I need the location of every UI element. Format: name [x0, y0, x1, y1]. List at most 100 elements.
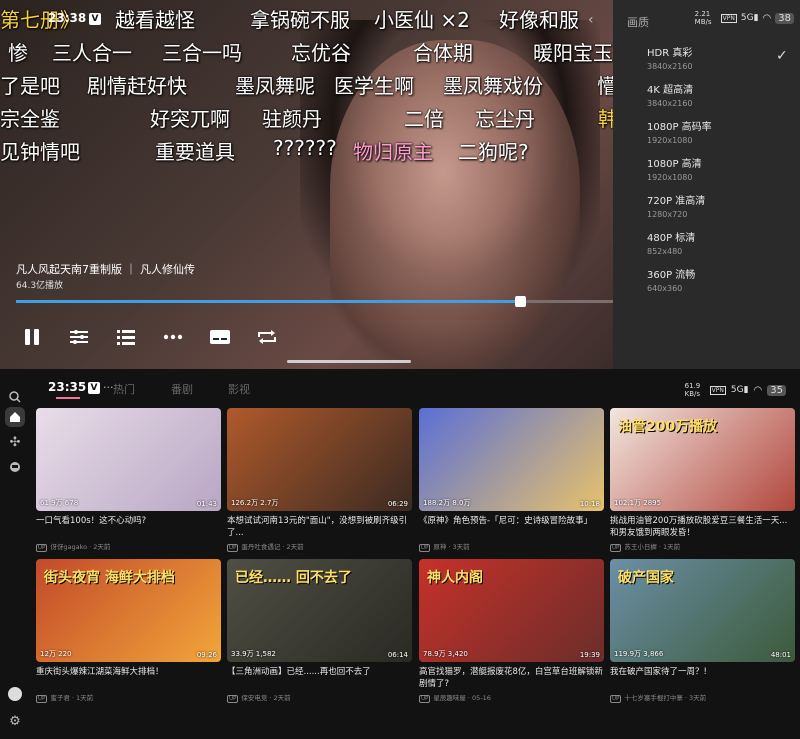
settings-sliders-button[interactable] — [67, 325, 91, 349]
danmaku-comment: 韩 — [598, 107, 613, 131]
progress-thumb[interactable] — [515, 296, 526, 307]
uploader-name[interactable]: 蛋丹吐食遇记 — [241, 543, 280, 551]
video-thumbnail[interactable]: 油管200万播放 102.1万 2895 — [610, 408, 795, 511]
video-title[interactable]: 《原神》角色预告-「尼可：史诗级冒险故事」 — [419, 515, 604, 539]
pause-button[interactable] — [20, 325, 44, 349]
video-thumbnail[interactable]: 已经…… 回不去了 33.9万 1,582 06:14 — [227, 559, 412, 662]
danmaku-comment: 懵 — [597, 74, 613, 98]
video-card[interactable]: 破产国家 119.9万 3,866 48:01 我在破产国家待了一周？! UP 十七岁塞手… — [610, 559, 795, 703]
video-thumbnail[interactable]: 神人内阁 78.9万 3,420 19:39 — [419, 559, 604, 662]
subtitle-button[interactable] — [208, 325, 232, 349]
video-card[interactable]: 神人内阁 78.9万 3,420 19:39 高官找猫罗，潜艇报废花8亿，白宫草台班解… — [419, 559, 604, 703]
video-title[interactable]: 重庆街头爆辣江湖菜海鲜大排档！ — [36, 666, 221, 690]
video-title[interactable]: 我在破产国家待了一周？! — [610, 666, 795, 690]
check-icon: ✓ — [776, 48, 788, 64]
loop-button[interactable] — [255, 325, 279, 349]
video-title[interactable]: 一口气看100s！这不心动吗? — [36, 515, 221, 539]
progress-bar[interactable] — [16, 296, 613, 307]
video-meta: UP 蜜子君 · 1天前 — [36, 692, 221, 703]
danmaku-comment: 越看越怪 — [115, 8, 195, 32]
playlist-button[interactable] — [114, 325, 138, 349]
quality-option[interactable]: HDR 真彩 3840x2160 — [647, 44, 797, 71]
video-title[interactable]: 【三角洲动画】已经......再也回不去了 — [227, 666, 412, 690]
video-stats: 33.9万 1,582 — [231, 650, 276, 658]
tab-anime[interactable]: 番剧 — [171, 381, 193, 397]
video-meta: UP 十七岁塞手棍打中寨 · 3天前 — [610, 692, 795, 703]
video-stats: 188.2万 8.0万 — [423, 499, 471, 507]
quality-option-name: 1080P 高码率 — [647, 122, 712, 133]
uploader-name[interactable]: 苏王小日樨 — [624, 543, 657, 551]
video-duration: 09:26 — [196, 651, 217, 659]
video-title[interactable]: 挑战用油管200万播放砍股爱豆三餐生活一天...和男友饿到两眼发昏！ — [610, 515, 795, 539]
video-duration: 48:01 — [770, 651, 791, 659]
video-meta: UP 蛋丹吐食遇记 · 2天前 — [227, 541, 412, 552]
uploader-name[interactable]: 十七岁塞手棍打中寨 — [624, 694, 683, 702]
video-duration: 01:43 — [196, 500, 217, 508]
video-card[interactable]: 油管200万播放 102.1万 2895 挑战用油管200万播放砍股爱豆三餐生活一天… — [610, 408, 795, 552]
quality-panel: 画质 2.21 MB/s VPN 5G▮ ◠ 38 HDR 真彩 3840x216… — [613, 0, 800, 369]
search-icon[interactable] — [5, 387, 25, 407]
uploader-name[interactable]: 蜜子君 — [50, 694, 70, 702]
video-title[interactable]: 高官找猫罗，潜艇报废花8亿，白宫草台班解锁新剧情了? — [419, 666, 604, 690]
quality-option-name: 360P 流畅 — [647, 270, 696, 281]
video-card[interactable]: 已经…… 回不去了 33.9万 1,582 06:14 【三角洲动画】已经......… — [227, 559, 412, 703]
video-thumbnail[interactable]: 61.9万 678 01:43 — [36, 408, 221, 511]
quality-option-name: HDR 真彩 — [647, 48, 693, 59]
quality-option-name: 480P 标清 — [647, 233, 696, 244]
quality-option[interactable]: 720P 准高清 1280x720 — [647, 192, 797, 219]
video-stats: 126.2万 2.7万 — [231, 499, 279, 507]
video-thumbnail[interactable]: 破产国家 119.9万 3,866 48:01 — [610, 559, 795, 662]
uploader-name[interactable]: 伢伢gagako — [50, 543, 87, 551]
upload-time: 1天前 — [76, 694, 94, 702]
quality-option-resolution: 3840x2160 — [647, 99, 693, 108]
uploader-name[interactable]: 星辰趣味屋 — [433, 694, 466, 702]
tab-hot[interactable]: 热门 — [113, 381, 135, 397]
quality-option[interactable]: 4K 超高清 3840x2160 — [647, 81, 797, 108]
tab-movies[interactable]: 影视 — [228, 381, 250, 397]
up-badge: UP — [419, 544, 431, 552]
battery-level: 35 — [767, 384, 786, 396]
dynamic-icon[interactable] — [5, 457, 25, 477]
uploader-name[interactable]: 原神 — [433, 543, 446, 551]
quality-option[interactable]: 360P 流畅 640x360 — [647, 266, 797, 293]
chevron-left-icon[interactable]: ‹ — [588, 12, 594, 28]
quality-option[interactable]: 1080P 高码率 1920x1080 — [647, 118, 797, 145]
pause-icon — [25, 329, 39, 345]
quality-option-name: 4K 超高清 — [647, 85, 694, 96]
fan-icon[interactable]: ✣ — [5, 432, 25, 452]
danmaku-comment: 小医仙 ×2 — [374, 8, 470, 32]
video-thumbnail[interactable]: 126.2万 2.7万 06:29 — [227, 408, 412, 511]
status-bar-right: 2.21 MB/s VPN 5G▮ ◠ 38 — [695, 10, 794, 26]
danmaku-comment: 重要道具 — [155, 140, 235, 164]
vpn-icon: VPN — [720, 13, 737, 23]
more-button[interactable] — [161, 325, 185, 349]
vpn-icon: VPN — [709, 385, 726, 395]
video-title[interactable]: 本想试试河南13元的"面山"，没想到被刷齐级引了... — [227, 515, 412, 539]
video-stats: 12万 220 — [40, 650, 72, 658]
video-meta: UP 伢伢gagako · 2天前 — [36, 541, 221, 552]
video-thumbnail[interactable]: 街头夜宵 海鲜大排档 12万 220 09:26 — [36, 559, 221, 662]
video-card[interactable]: 188.2万 8.0万 10:18 《原神》角色预告-「尼可：史诗级冒险故事」 UP 原… — [419, 408, 604, 552]
video-meta: UP 星辰趣味屋 · 05-16 — [419, 692, 604, 703]
danmaku-comment: 了是吧 — [0, 74, 60, 98]
more-dots: ··· — [103, 381, 114, 394]
video-card[interactable]: 街头夜宵 海鲜大排档 12万 220 09:26 重庆街头爆辣江湖菜海鲜大排档！ UP 蜜… — [36, 559, 221, 703]
uploader-name[interactable]: 保安电竞 — [241, 694, 267, 702]
more-dots-icon — [163, 334, 183, 340]
gear-icon[interactable]: ⚙ — [5, 711, 25, 731]
quality-option-resolution: 640x360 — [647, 284, 683, 293]
avatar[interactable] — [5, 684, 25, 704]
video-thumbnail[interactable]: 188.2万 8.0万 10:18 — [419, 408, 604, 511]
up-badge: UP — [36, 695, 48, 703]
signal-icon: 5G▮ — [730, 385, 749, 395]
video-stats: 102.1万 2895 — [614, 499, 662, 507]
quality-option[interactable]: 1080P 高清 1920x1080 — [647, 155, 797, 182]
video-player[interactable]: 第七册》 越看越怪 拿锅碗不服 小医仙 ×2 好像和服惨三人合一 三合一吗 忘优谷 合体期 暖阳… — [0, 0, 613, 369]
quality-option-resolution: 1280x720 — [647, 210, 688, 219]
video-card[interactable]: 126.2万 2.7万 06:29 本想试试河南13元的"面山"，没想到被刷齐级引了… — [227, 408, 412, 552]
gesture-home-bar[interactable] — [287, 360, 411, 363]
view-count: 64.3亿播放 — [16, 281, 64, 291]
quality-option[interactable]: 480P 标清 852x480 — [647, 229, 797, 256]
video-card[interactable]: 61.9万 678 01:43 一口气看100s！这不心动吗? UP 伢伢gagako … — [36, 408, 221, 552]
home-icon[interactable] — [5, 407, 25, 427]
